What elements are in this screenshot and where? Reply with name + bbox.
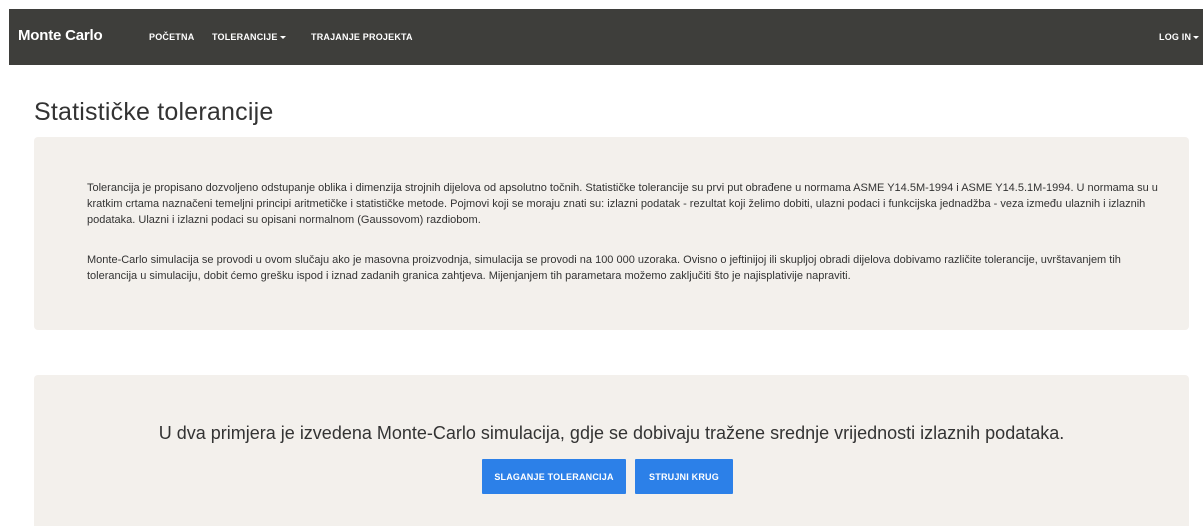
- nav-item-label: TOLERANCIJE: [212, 32, 278, 42]
- nav-item-pocetna[interactable]: POČETNA: [149, 32, 194, 42]
- page-title: Statističke tolerancije: [34, 98, 274, 126]
- page: Monte Carlo POČETNA TOLERANCIJE TRAJANJE…: [0, 0, 1203, 526]
- slaganje-tolerancija-button[interactable]: SLAGANJE TOLERANCIJA: [482, 459, 626, 494]
- nav-item-trajanje-projekta[interactable]: TRAJANJE PROJEKTA: [311, 32, 413, 42]
- intro-paragraph: Monte-Carlo simulacija se provodi u ovom…: [87, 254, 1121, 282]
- strujni-krug-button[interactable]: STRUJNI KRUG: [635, 459, 733, 494]
- intro-paragraph: Tolerancija je propisano dozvoljeno odst…: [87, 182, 1158, 226]
- caret-down-icon: [1193, 36, 1200, 40]
- brand-logo-link[interactable]: Monte Carlo: [18, 27, 103, 44]
- simulation-panel: U dva primjera je izvedena Monte-Carlo s…: [34, 375, 1189, 526]
- simulation-description: U dva primjera je izvedena Monte-Carlo s…: [158, 423, 1065, 443]
- nav-item-label: POČETNA: [149, 32, 195, 42]
- nav-item-label: TRAJANJE PROJEKTA: [311, 32, 413, 42]
- navbar: Monte Carlo POČETNA TOLERANCIJE TRAJANJE…: [9, 9, 1203, 65]
- login-dropdown[interactable]: LOG IN: [1159, 32, 1200, 42]
- nav-item-tolerancije-dropdown[interactable]: TOLERANCIJE: [212, 32, 286, 42]
- login-label: LOG IN: [1159, 32, 1192, 42]
- caret-down-icon: [279, 36, 286, 40]
- intro-panel: Tolerancija je propisano dozvoljeno odst…: [34, 137, 1189, 330]
